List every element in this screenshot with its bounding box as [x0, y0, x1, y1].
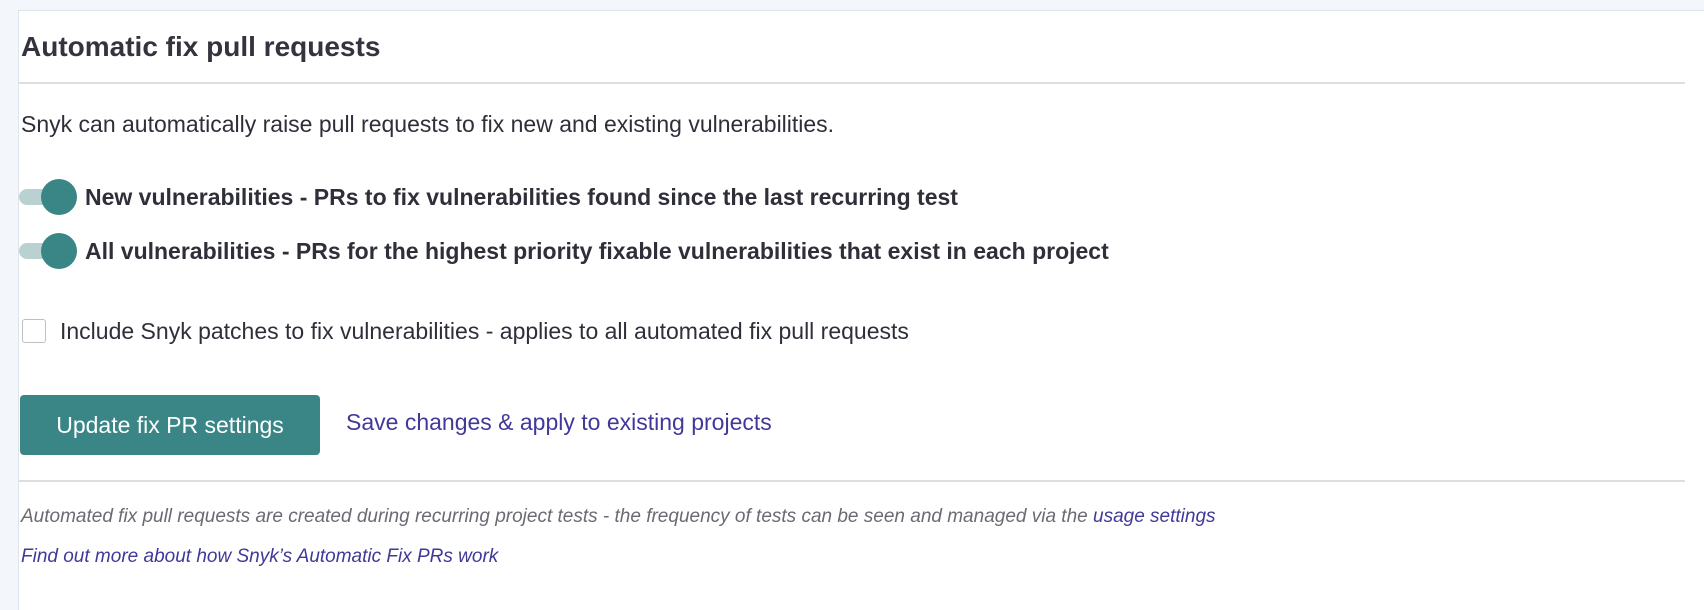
all-vulnerabilities-label: All vulnerabilities - PRs for the highes… — [85, 237, 1109, 264]
new-vulnerabilities-toggle[interactable] — [19, 179, 77, 215]
all-vulnerabilities-row: All vulnerabilities - PRs for the highes… — [19, 233, 1109, 269]
new-vulnerabilities-row: New vulnerabilities - PRs to fix vulnera… — [19, 179, 958, 215]
divider — [19, 480, 1685, 482]
divider — [19, 82, 1685, 84]
new-vulnerabilities-label: New vulnerabilities - PRs to fix vulnera… — [85, 183, 958, 210]
learn-more-link[interactable]: Find out more about how Snyk’s Automatic… — [21, 546, 498, 568]
footer-note: Automated fix pull requests are created … — [21, 506, 1216, 528]
section-description: Snyk can automatically raise pull reques… — [21, 111, 835, 137]
save-and-apply-link[interactable]: Save changes & apply to existing project… — [346, 409, 772, 436]
fix-pr-settings-panel: Automatic fix pull requests Snyk can aut… — [18, 10, 1704, 610]
usage-settings-link[interactable]: usage settings — [1093, 506, 1216, 527]
footer-note-text: Automated fix pull requests are created … — [21, 506, 1093, 527]
include-patches-row: Include Snyk patches to fix vulnerabilit… — [22, 316, 909, 346]
toggle-knob — [41, 233, 77, 269]
section-title: Automatic fix pull requests — [21, 31, 381, 62]
include-patches-label[interactable]: Include Snyk patches to fix vulnerabilit… — [60, 318, 909, 345]
toggle-knob — [41, 179, 77, 215]
all-vulnerabilities-toggle[interactable] — [19, 233, 77, 269]
include-patches-checkbox[interactable] — [22, 319, 46, 343]
update-fix-pr-settings-button[interactable]: Update fix PR settings — [20, 395, 320, 455]
